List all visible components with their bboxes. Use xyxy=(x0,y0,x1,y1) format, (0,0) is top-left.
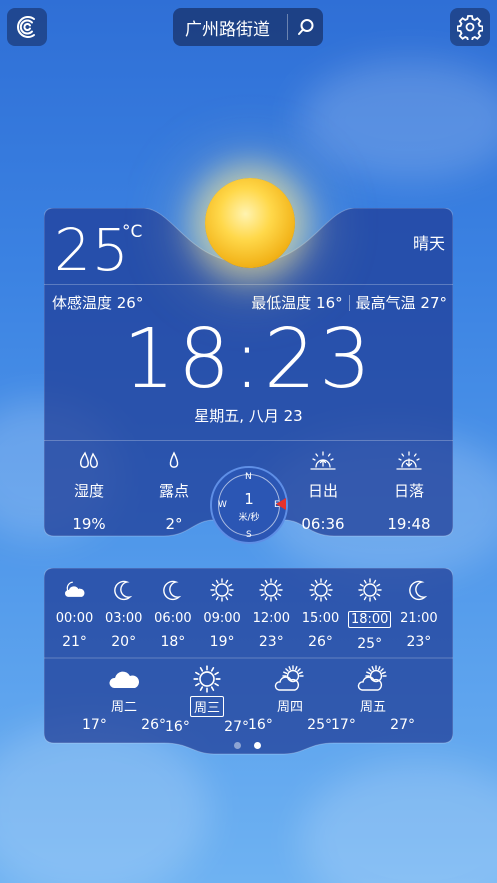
min-max-temp: 最低温度 16° 最高气温 27° xyxy=(251,292,447,313)
sun-icon xyxy=(247,576,296,604)
day-low: 17° xyxy=(331,717,356,733)
hourly-temp: 26° xyxy=(308,634,333,650)
gear-icon xyxy=(457,15,483,40)
divider xyxy=(348,294,350,311)
sun-icon xyxy=(345,576,394,604)
hourly-item[interactable]: 21:00 23° xyxy=(394,576,443,650)
sunrise-label: 日出 xyxy=(307,482,338,500)
dew-point-label: 露点 xyxy=(158,482,189,500)
hourly-temp: 23° xyxy=(406,634,432,650)
day-high: 27° xyxy=(390,717,415,733)
day-name: 周二 xyxy=(110,700,137,715)
compass-south: S xyxy=(246,530,252,540)
sun-icon xyxy=(296,576,345,604)
humidity-label: 湿度 xyxy=(73,482,104,500)
partly-cloudy-icon xyxy=(248,664,332,694)
hourly-item[interactable]: 06:00 18° xyxy=(148,576,197,650)
dew-point-stat: 露点 2° xyxy=(134,448,214,533)
hourly-temp: 19° xyxy=(209,634,235,650)
sun-icon xyxy=(198,576,247,604)
hourly-item[interactable]: 12:00 23° xyxy=(247,576,296,650)
temperature-unit: °C xyxy=(122,222,143,242)
moon-icon xyxy=(394,576,443,604)
partly-cloudy-night-icon xyxy=(50,576,99,604)
location-search-box[interactable]: 广州路街道 xyxy=(173,8,323,46)
hourly-item[interactable]: 09:00 19° xyxy=(198,576,247,650)
app-logo-button[interactable] xyxy=(7,8,47,46)
wind-unit: 米/秒 xyxy=(238,513,260,523)
cloud-icon xyxy=(82,664,166,694)
hourly-time: 09:00 xyxy=(203,611,241,626)
compass-north: N xyxy=(245,472,252,482)
clock-time: 18:23 xyxy=(122,312,375,407)
moon-icon xyxy=(148,576,197,604)
hourly-time: 03:00 xyxy=(104,611,143,626)
moon-icon xyxy=(99,576,148,604)
hourly-item[interactable]: 00:00 21° xyxy=(50,576,99,650)
humidity-value: 19% xyxy=(72,515,106,533)
hourly-temp: 25° xyxy=(357,636,383,652)
sunrise-icon xyxy=(310,451,336,470)
day-low: 16° xyxy=(165,719,190,735)
sunset-value: 19:48 xyxy=(387,515,431,533)
weather-condition: 晴天 xyxy=(412,234,445,253)
daily-item[interactable]: 周四 16° 25° xyxy=(248,664,332,733)
droplet-icon xyxy=(169,451,179,468)
hourly-item[interactable]: 15:00 26° xyxy=(296,576,345,650)
hourly-temp: 23° xyxy=(258,634,284,650)
max-temp: 最高气温 27° xyxy=(355,294,447,312)
day-name: 周三 xyxy=(189,696,224,717)
forecast-card[interactable]: 00:00 21° 03:00 20° 06:00 18° 09:00 19° … xyxy=(44,568,453,755)
sunset-label: 日落 xyxy=(393,482,424,500)
daily-item[interactable]: 周五 17° 27° xyxy=(331,664,415,733)
daily-item[interactable]: 周三 16° 27° xyxy=(165,664,249,735)
hourly-time: 12:00 xyxy=(252,611,291,626)
hourly-time: 18:00 xyxy=(347,611,392,628)
sunrise-stat: 日出 06:36 xyxy=(283,448,363,533)
sunset-icon xyxy=(396,451,422,470)
humidity-icon xyxy=(79,451,98,468)
dew-point-value: 2° xyxy=(165,515,183,533)
wind-speed: 1 xyxy=(244,490,254,508)
day-high: 27° xyxy=(224,719,249,735)
hourly-temp: 21° xyxy=(62,634,87,650)
min-temp: 最低温度 16° xyxy=(251,294,343,312)
day-high: 25° xyxy=(307,717,332,733)
hourly-time: 21:00 xyxy=(400,611,438,626)
sun-icon xyxy=(205,178,295,268)
feels-like: 体感温度 26° xyxy=(52,294,144,312)
sunrise-value: 06:36 xyxy=(301,515,345,533)
hourly-time: 15:00 xyxy=(301,611,340,626)
hourly-item[interactable]: 03:00 20° xyxy=(99,576,148,650)
page-dot[interactable] xyxy=(254,742,261,749)
city-name[interactable]: 广州路街道 xyxy=(173,15,287,40)
day-low: 17° xyxy=(82,717,107,733)
hourly-temp: 18° xyxy=(160,634,186,650)
app-logo-icon xyxy=(17,16,35,38)
page-dot[interactable] xyxy=(234,742,241,749)
search-icon xyxy=(297,19,313,35)
wind-compass: N S W E 1 米/秒 xyxy=(210,466,288,544)
day-high: 26° xyxy=(141,717,166,733)
sunset-stat: 日落 19:48 xyxy=(369,448,449,533)
search-button[interactable] xyxy=(288,18,323,36)
hourly-temp: 20° xyxy=(111,634,137,650)
hourly-time: 06:00 xyxy=(154,611,192,626)
divider xyxy=(44,284,453,285)
day-low: 16° xyxy=(248,717,273,733)
day-name: 周五 xyxy=(359,700,386,715)
divider xyxy=(44,440,453,441)
settings-button[interactable] xyxy=(450,8,490,46)
daily-item[interactable]: 周二 17° 26° xyxy=(82,664,166,733)
day-name: 周四 xyxy=(276,700,303,715)
hourly-item[interactable]: 18:00 25° xyxy=(345,576,394,652)
hourly-time: 00:00 xyxy=(55,611,94,626)
partly-cloudy-icon xyxy=(331,664,415,694)
current-date: 星期五, 八月 23 xyxy=(194,407,303,425)
current-temperature: 25 xyxy=(54,216,130,284)
humidity-stat: 湿度 19% xyxy=(49,448,129,533)
sun-icon xyxy=(165,664,249,694)
